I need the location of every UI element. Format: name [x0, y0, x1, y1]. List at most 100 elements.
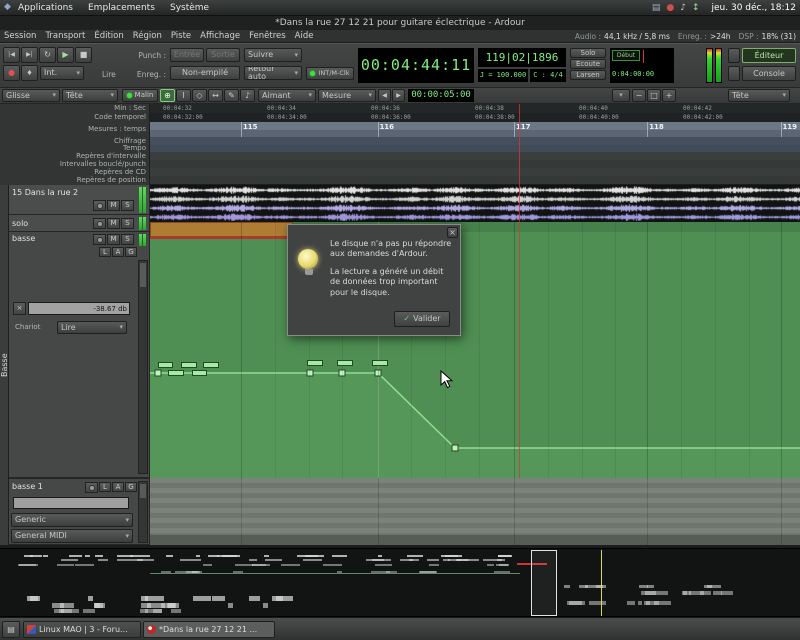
track4-group-button[interactable]: G: [125, 482, 137, 492]
taskbar-item-ardour[interactable]: *Dans la rue 27 12 21 ...: [143, 621, 275, 638]
track4-layer-button[interactable]: L: [99, 482, 111, 492]
midi-note[interactable]: [158, 362, 174, 368]
generic-dropdown[interactable]: Generic ▾: [11, 513, 133, 527]
menu-piste[interactable]: Piste: [171, 31, 191, 41]
loop-punch-ruler[interactable]: [150, 160, 800, 168]
midi-note[interactable]: [192, 370, 208, 376]
console-button[interactable]: Console: [742, 66, 796, 81]
ruler-label-chiffrage[interactable]: Chiffrage: [0, 137, 150, 145]
start-marker-display[interactable]: Début: [612, 50, 640, 61]
menu-applications[interactable]: Applications: [18, 3, 73, 13]
track1-record-button[interactable]: [93, 200, 106, 211]
retour-auto-dropdown[interactable]: Retour auto ▾: [244, 66, 302, 80]
nudge-clock[interactable]: 00:00:05:00: [408, 89, 474, 102]
range-tool-button[interactable]: I: [176, 89, 191, 102]
track-header-basse[interactable]: basse M S L A G × -38.67 db Chariot Lire…: [9, 232, 150, 478]
network-icon[interactable]: ↕: [692, 4, 700, 13]
draw-tool-button[interactable]: ✎: [224, 89, 239, 102]
waveform-track1-right[interactable]: [150, 195, 800, 203]
waveform-track2-left[interactable]: [150, 204, 800, 212]
distro-logo-icon[interactable]: ◆: [4, 3, 11, 12]
edit-point-dropdown[interactable]: Tête ▾: [62, 89, 118, 102]
transport-goto-start-button[interactable]: |◀: [3, 47, 20, 63]
volume-icon[interactable]: ♪: [680, 4, 686, 13]
solo-button[interactable]: Solo: [570, 48, 606, 58]
meter-display[interactable]: C : 4/4: [530, 69, 566, 82]
track3-name[interactable]: basse: [12, 234, 35, 243]
tempo-display[interactable]: J = 100.000: [478, 69, 528, 82]
ruler-label-cd-markers[interactable]: Repères de CD: [0, 168, 150, 176]
glisse-dropdown[interactable]: Glisse ▾: [2, 89, 60, 102]
track4-record-button[interactable]: [85, 482, 98, 493]
non-empile-button[interactable]: Non-empilé: [170, 66, 240, 80]
track3-automation-button[interactable]: A: [112, 247, 124, 257]
track3-layer-button[interactable]: L: [99, 247, 111, 257]
ruler-label-timecode[interactable]: Code temporel: [0, 113, 150, 122]
track3-group-button[interactable]: G: [125, 247, 137, 257]
ruler-label-tempo[interactable]: Tempo: [0, 145, 150, 152]
shuttle-panel[interactable]: Début 0:04:00:00: [610, 48, 674, 83]
menu-systeme[interactable]: Système: [170, 3, 209, 13]
midi-note[interactable]: [372, 360, 388, 366]
track3-scrollbar[interactable]: [138, 260, 148, 474]
timecode-ruler[interactable]: 00:04:32:00 00:04:34:00 00:04:36:00 00:0…: [150, 113, 800, 122]
ruler-label-loop-punch[interactable]: Intervalles bouclé/punch: [0, 160, 150, 168]
larsen-button[interactable]: Larsen: [570, 70, 606, 80]
midi-track-canvas[interactable]: [150, 222, 800, 478]
menu-session[interactable]: Session: [4, 31, 36, 41]
waveform-track2-right[interactable]: [150, 213, 800, 221]
automation-node[interactable]: [452, 445, 458, 451]
track-group-strip[interactable]: Basse: [0, 185, 9, 545]
zoom-in-button[interactable]: +: [662, 89, 676, 102]
taskbar-item-browser[interactable]: Linux MAO | 3 - Foru...: [23, 621, 141, 638]
transport-loop-button[interactable]: ↻: [39, 47, 56, 63]
nudge-backward-button[interactable]: ◀: [378, 89, 391, 102]
track1-name[interactable]: 15 Dans la rue 2: [12, 188, 78, 197]
transport-extra-button[interactable]: ♦: [21, 65, 38, 81]
meter-mode-button[interactable]: [728, 48, 740, 63]
bars-ruler[interactable]: 115 116 117 118 119: [150, 122, 800, 130]
range-markers-ruler[interactable]: [150, 152, 800, 160]
secondary-clock[interactable]: 119|02|1896: [478, 48, 566, 67]
track2-solo-button[interactable]: S: [121, 218, 134, 229]
menu-fenetres[interactable]: Fenêtres: [249, 31, 286, 41]
track1-mute-button[interactable]: M: [107, 200, 120, 211]
editeur-button[interactable]: Éditeur: [742, 48, 796, 63]
menu-region[interactable]: Région: [133, 31, 162, 41]
fader-hide-button[interactable]: ×: [13, 302, 26, 315]
menu-aide[interactable]: Aide: [295, 31, 314, 41]
grab-tool-button[interactable]: ⊕: [160, 89, 175, 102]
punch-out-button[interactable]: Sortie: [206, 48, 240, 62]
playhead[interactable]: [519, 104, 520, 478]
track2-mute-button[interactable]: M: [107, 218, 120, 229]
window-titlebar[interactable]: *Dans la rue 27 12 21 pour guitare éclec…: [0, 16, 800, 30]
track-header-solo[interactable]: solo M S: [9, 215, 150, 232]
malin-toggle[interactable]: Malin: [122, 89, 158, 102]
ruler-label-location-markers[interactable]: Repères de position: [0, 176, 150, 184]
gain-fader[interactable]: -38.67 db: [28, 302, 130, 315]
monitor-clock[interactable]: 0:04:00:00: [612, 70, 654, 78]
punch-in-button[interactable]: Entrée: [170, 48, 204, 62]
midi-scroomer[interactable]: [150, 535, 800, 545]
ruler-label-bars-beats[interactable]: Mesures : temps: [0, 122, 150, 137]
audio-tracks-canvas[interactable]: [150, 185, 800, 222]
suivre-dropdown[interactable]: Suivre ▾: [244, 48, 302, 62]
minsec-ruler[interactable]: 00:04:32 00:04:34 00:04:36 00:04:38 00:0…: [150, 104, 800, 113]
dialog-close-button[interactable]: ×: [447, 227, 458, 238]
midi-note[interactable]: [181, 362, 197, 368]
zoom-out-button[interactable]: −: [632, 89, 646, 102]
waveform-track1-left[interactable]: [150, 186, 800, 194]
track-header-basse1[interactable]: basse 1 L A G Generic ▾ General MIDI ▾: [9, 478, 150, 545]
track4-scrollbar-handle[interactable]: [140, 484, 146, 498]
tempo-ruler[interactable]: [150, 145, 800, 152]
track-header-dans-la-rue[interactable]: 15 Dans la rue 2 M S: [9, 185, 150, 215]
transport-stop-button[interactable]: ■: [75, 47, 92, 63]
main-clock[interactable]: 00:04:44:11: [358, 48, 474, 83]
ruler-label-range-markers[interactable]: Repères d'intervalle: [0, 152, 150, 160]
zoom-focus-tete-dropdown[interactable]: Tête ▾: [728, 89, 790, 102]
track2-record-button[interactable]: [93, 218, 106, 229]
updates-icon[interactable]: ●: [666, 4, 674, 13]
session-summary[interactable]: [0, 548, 800, 617]
window-list-button[interactable]: ▤: [2, 621, 20, 638]
transport-record-button[interactable]: ●: [3, 65, 20, 81]
